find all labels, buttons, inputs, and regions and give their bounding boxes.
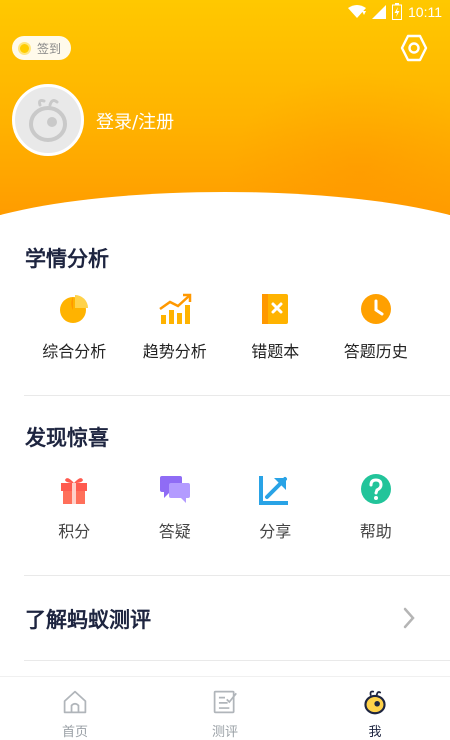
ant-logo-icon xyxy=(29,99,67,142)
discover-item-label: 分享 xyxy=(259,522,292,541)
coin-icon xyxy=(18,41,31,55)
pie-chart-icon xyxy=(57,292,91,326)
login-register-link[interactable]: 登录/注册 xyxy=(96,108,174,134)
analysis-item-label: 趋势分析 xyxy=(142,342,207,361)
share-icon xyxy=(258,472,292,506)
analysis-section-title: 学情分析 xyxy=(25,247,109,271)
analysis-item-trend[interactable]: 趋势分析 xyxy=(125,292,226,362)
analysis-grid: 综合分析 趋势分析 错题本 答题历史 xyxy=(0,292,450,362)
tab-label: 我 xyxy=(368,725,382,740)
analysis-item-overall[interactable]: 综合分析 xyxy=(24,292,125,362)
signin-label: 签到 xyxy=(37,41,62,56)
wrong-book-icon xyxy=(258,292,292,326)
tab-profile[interactable]: 我 xyxy=(300,677,450,740)
section-divider xyxy=(24,395,450,396)
bottom-tab-bar: 首页 测评 我 xyxy=(0,676,450,740)
battery-charging-icon xyxy=(392,3,402,20)
discover-section-title: 发现惊喜 xyxy=(25,426,109,450)
chat-icon xyxy=(158,472,192,506)
discover-item-qa[interactable]: 答疑 xyxy=(125,472,226,542)
about-label: 了解蚂蚁测评 xyxy=(25,608,151,632)
tab-label: 测评 xyxy=(211,725,238,740)
settings-icon[interactable] xyxy=(400,34,428,62)
avatar[interactable] xyxy=(12,84,84,156)
discover-item-help[interactable]: 帮助 xyxy=(326,472,427,542)
analysis-item-wrong-book[interactable]: 错题本 xyxy=(225,292,326,362)
analysis-item-history[interactable]: 答题历史 xyxy=(326,292,427,362)
tab-home[interactable]: 首页 xyxy=(0,677,150,740)
section-divider xyxy=(24,575,450,576)
discover-grid: 积分 答疑 分享 帮助 xyxy=(0,472,450,542)
analysis-item-label: 答题历史 xyxy=(343,342,408,361)
status-bar: 10:11 xyxy=(0,0,450,24)
gift-icon xyxy=(57,472,91,506)
tab-assessment[interactable]: 测评 xyxy=(150,677,300,740)
about-row[interactable]: 了解蚂蚁测评 xyxy=(0,598,450,642)
help-icon xyxy=(359,472,393,506)
home-icon xyxy=(63,690,87,714)
analysis-item-label: 综合分析 xyxy=(42,342,107,361)
discover-item-share[interactable]: 分享 xyxy=(225,472,326,542)
assessment-icon xyxy=(213,690,237,714)
section-divider xyxy=(24,660,450,661)
tab-label: 首页 xyxy=(61,725,88,740)
discover-item-label: 帮助 xyxy=(359,522,392,541)
discover-item-label: 积分 xyxy=(58,522,91,541)
chevron-right-icon xyxy=(403,607,415,629)
signal-icon xyxy=(372,4,386,19)
wifi-icon xyxy=(348,4,366,18)
trend-chart-icon xyxy=(158,292,192,326)
analysis-item-label: 错题本 xyxy=(251,342,300,361)
discover-item-points[interactable]: 积分 xyxy=(24,472,125,542)
profile-icon xyxy=(364,690,386,715)
discover-item-label: 答疑 xyxy=(158,522,191,541)
status-time: 10:11 xyxy=(408,3,442,20)
header-glow xyxy=(230,70,450,215)
clock-icon xyxy=(359,292,393,326)
signin-button[interactable]: 签到 xyxy=(12,36,72,60)
